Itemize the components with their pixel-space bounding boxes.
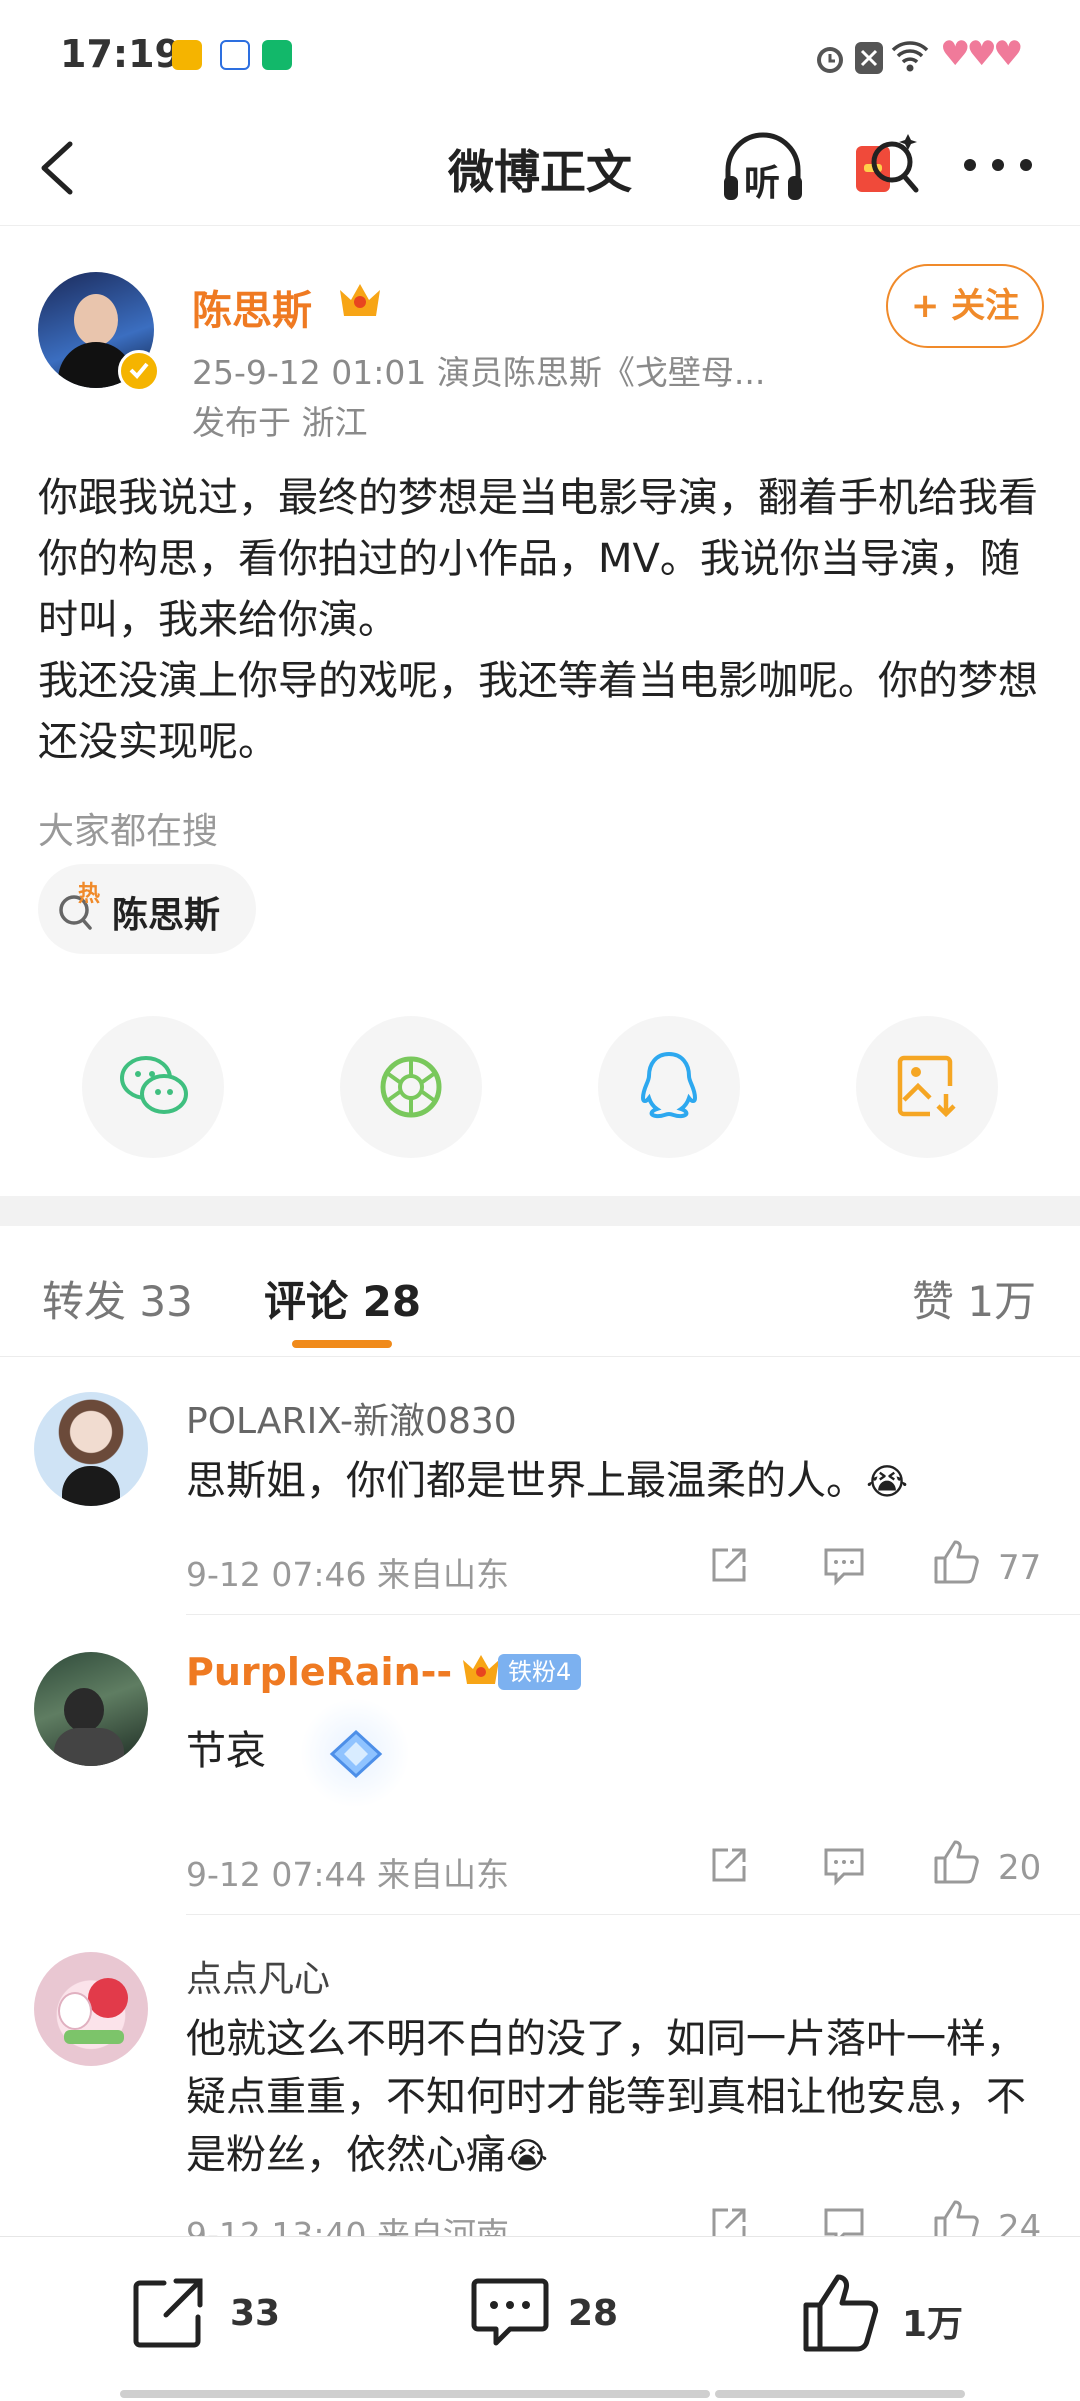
save-image-button[interactable] (856, 1016, 998, 1158)
like-icon[interactable] (932, 1538, 982, 1586)
comment-count: 28 (568, 2293, 619, 2334)
top-nav: 微博正文 听 (0, 110, 1080, 226)
tab-comment[interactable]: 评论 28 (264, 1268, 421, 1329)
reply-icon[interactable] (822, 1546, 866, 1586)
crying-emoji-icon: 😭 (866, 1462, 909, 1503)
avatar-grass (64, 2030, 124, 2044)
status-bar: 17:19 ♥♥♥ (0, 0, 1080, 110)
listen-button[interactable]: 听 (720, 128, 806, 208)
post-paragraph-1: 你跟我说过，最终的梦想是当电影导演，翻着手机给我看你的构思，看你拍过的小作品，M… (38, 475, 1038, 643)
nav-gesture-bar (715, 2390, 965, 2398)
x-icon (855, 42, 883, 74)
comment-meta: 9-12 07:44 来自山东 (186, 1855, 509, 1894)
crown-badge-icon (463, 1655, 499, 1684)
repost-comment-icon[interactable] (708, 1844, 750, 1886)
comment-meta: 9-12 07:46 来自山东 (186, 1555, 509, 1594)
comment-avatar[interactable] (34, 1392, 148, 1506)
author-name[interactable]: 陈思斯 (192, 278, 312, 336)
red-packet-search-icon[interactable] (850, 126, 920, 206)
like-icon[interactable] (932, 1838, 982, 1886)
comment-text-content: 思斯姐，你们都是世界上最温柔的人。 (186, 1458, 866, 1504)
diamond-icon (329, 1729, 383, 1779)
crying-emoji-icon: 😭 (506, 2136, 549, 2177)
avatar-body (62, 1466, 120, 1506)
comment-text-content: 他就这么不明不白的没了，如同一片落叶一样，疑点重重，不知何时才能等到真相让他安息… (186, 2016, 1026, 2178)
listen-label: 听 (744, 163, 781, 204)
share-wechat-button[interactable] (82, 1016, 224, 1158)
search-hint-label: 大家都在搜 (38, 811, 219, 852)
repost-icon (133, 2278, 203, 2348)
like-count-total: 1万 (902, 2304, 964, 2345)
comment-icon (471, 2278, 549, 2346)
active-tab-indicator (292, 1340, 392, 1348)
follow-button[interactable]: + 关注 (886, 264, 1044, 348)
post-location: 发布于 浙江 (192, 403, 368, 442)
post-timestamp-source: 25-9-12 01:01 演员陈思斯《戈壁母... (192, 353, 766, 392)
bottom-action-bar: 33 28 1万 (0, 2236, 1080, 2401)
avatar-face (74, 294, 118, 346)
avatar-flower (88, 1978, 128, 2018)
tabs-divider (0, 1356, 1080, 1357)
fan-badge: 铁粉4 (498, 1654, 582, 1690)
weibo-icon (172, 40, 202, 70)
verified-badge-icon (118, 350, 160, 392)
save-image-icon (897, 1055, 956, 1118)
app-icon (262, 40, 292, 70)
status-time: 17:19 (60, 32, 181, 76)
comment-text: 他就这么不明不白的没了，如同一片落叶一样，疑点重重，不知何时才能等到真相让他安息… (186, 2010, 1046, 2186)
thumbs-up-icon (803, 2274, 879, 2352)
avatar-body (54, 1728, 124, 1766)
wifi-icon (891, 41, 929, 72)
moments-icon (380, 1056, 442, 1118)
hearts-icon: ♥♥♥ (940, 34, 1023, 74)
hot-badge: 热 (78, 882, 101, 907)
avatar-bunny (58, 1992, 92, 2030)
tab-repost[interactable]: 转发 33 (42, 1268, 193, 1329)
comment-text: 思斯姐，你们都是世界上最温柔的人。😭 (186, 1452, 908, 1512)
diamond-sticker (300, 1698, 410, 1808)
tab-likes[interactable]: 赞 1万 (912, 1268, 1036, 1329)
comment-divider (186, 1914, 1080, 1915)
hot-search-tag[interactable]: 热 陈思斯 (38, 864, 256, 954)
repost-count: 33 (230, 2293, 281, 2334)
comment-divider (186, 1614, 1080, 1615)
comment-avatar[interactable] (34, 1652, 148, 1766)
like-count: 77 (998, 1548, 1042, 1588)
more-icon[interactable] (960, 150, 1036, 180)
nav-gesture-bar (370, 2390, 710, 2398)
comment-button[interactable]: 28 (470, 2271, 670, 2361)
comment-author[interactable]: 点点凡心 (186, 1950, 330, 2002)
wechat-icon (120, 1056, 188, 1114)
comment-avatar[interactable] (34, 1952, 148, 2066)
like-count: 20 (998, 1848, 1042, 1888)
repost-comment-icon[interactable] (708, 1544, 750, 1586)
comment-author[interactable]: POLARIX-新澈0830 (186, 1392, 517, 1444)
comment-author[interactable]: PurpleRain-- (186, 1650, 452, 1694)
hot-tag-text: 陈思斯 (112, 895, 221, 936)
qq-icon (640, 1051, 698, 1119)
baidu-icon (220, 40, 250, 70)
section-divider (0, 1196, 1080, 1226)
post-body: 你跟我说过，最终的梦想是当电影导演，翻着手机给我看你的构思，看你拍过的小作品，M… (38, 468, 1042, 773)
share-qq-button[interactable] (598, 1016, 740, 1158)
reply-icon[interactable] (822, 1846, 866, 1886)
crown-badge-icon (340, 284, 380, 316)
alarm-icon (817, 47, 843, 73)
post-paragraph-2: 我还没演上你导的戏呢，我还等着当电影咖呢。你的梦想还没实现呢。 (38, 658, 1038, 765)
share-moments-button[interactable] (340, 1016, 482, 1158)
like-post-button[interactable]: 1万 (800, 2267, 1000, 2363)
repost-button[interactable]: 33 (130, 2271, 330, 2361)
avatar-figure (64, 1688, 104, 1732)
comment-text: 节哀 (186, 1728, 266, 1774)
